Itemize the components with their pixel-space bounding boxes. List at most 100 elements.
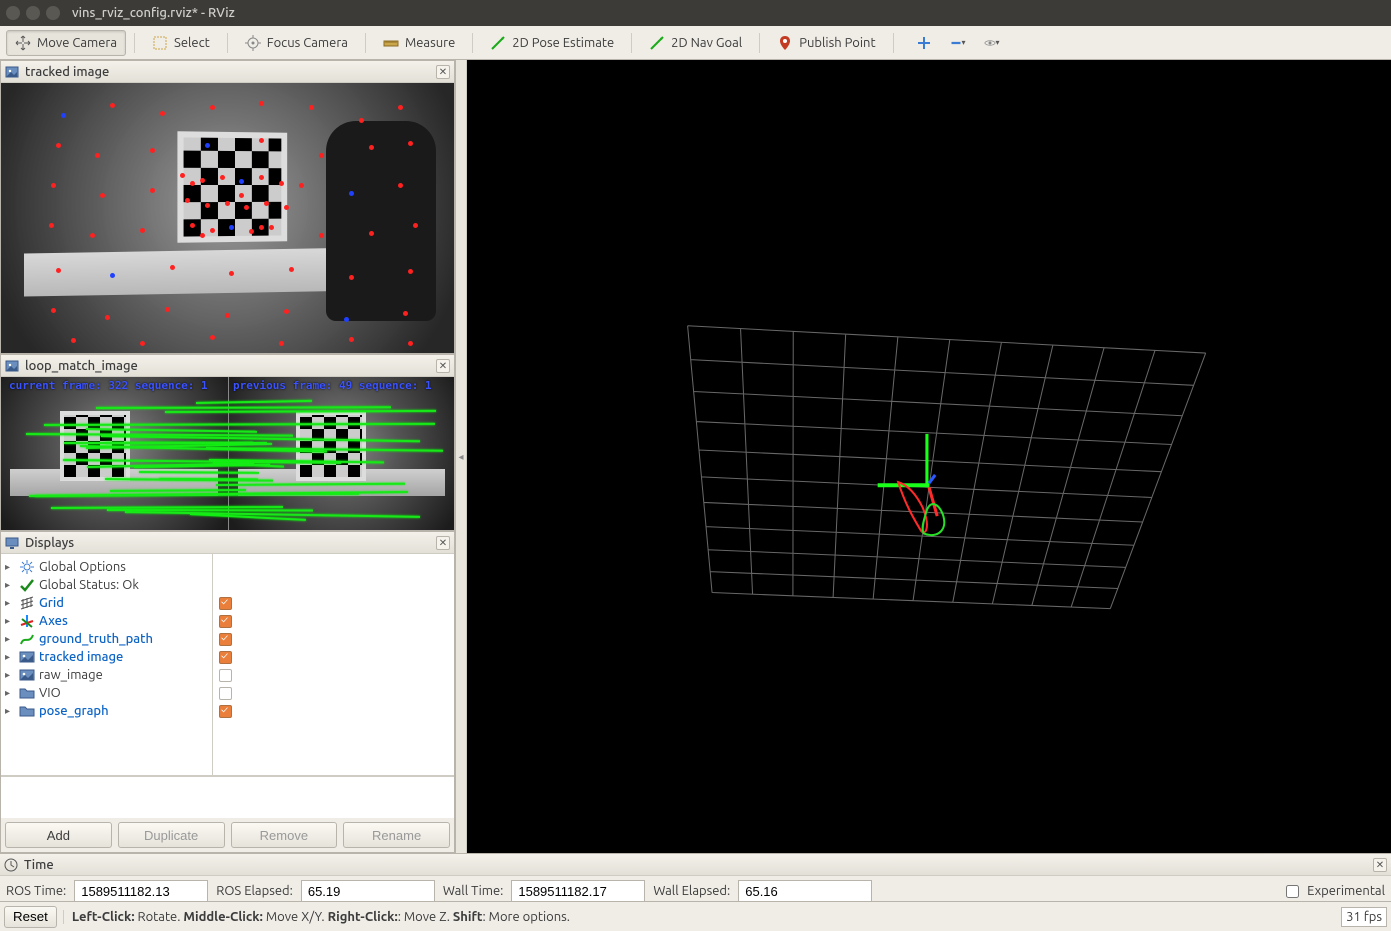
move-camera-icon: [15, 35, 31, 51]
window-maximize-icon[interactable]: [46, 6, 60, 20]
feature-point: [369, 145, 374, 150]
expand-icon[interactable]: ▸: [5, 579, 15, 591]
visibility-checkbox[interactable]: [219, 687, 232, 700]
tree-item-global-options[interactable]: ▸Global Options: [1, 558, 212, 576]
displays-title: Displays: [25, 536, 430, 550]
main-toolbar: Move Camera Select Focus Camera Measure …: [0, 26, 1391, 60]
feature-point: [349, 191, 354, 196]
loop-left-text: current frame: 322 sequence: 1: [9, 379, 208, 392]
ros-time-input[interactable]: [74, 880, 208, 902]
visibility-checkbox[interactable]: [219, 615, 232, 628]
status-hint: Left-Click: Rotate. Middle-Click: Move X…: [63, 910, 1335, 924]
loop-match-title: loop_match_image: [25, 359, 430, 373]
eye-icon[interactable]: ▾: [984, 35, 1000, 51]
wall-time-input[interactable]: [511, 880, 645, 902]
expand-icon[interactable]: ▸: [5, 687, 15, 699]
tree-item-pose-graph[interactable]: ▸pose_graph: [1, 702, 212, 720]
nav-goal-button[interactable]: 2D Nav Goal: [640, 30, 751, 56]
feature-point: [210, 335, 215, 340]
tree-item-raw-image[interactable]: ▸ raw_image: [1, 666, 212, 684]
expand-icon[interactable]: ▸: [5, 651, 15, 663]
feature-point: [170, 265, 175, 270]
remove-button[interactable]: Remove: [231, 822, 338, 848]
tracked-image-view[interactable]: [1, 83, 454, 353]
experimental-checkbox[interactable]: [1286, 885, 1299, 898]
window-minimize-icon[interactable]: [26, 6, 40, 20]
visibility-checkbox[interactable]: [219, 597, 232, 610]
pose-estimate-label: 2D Pose Estimate: [512, 36, 614, 50]
tree-item-vio[interactable]: ▸VIO: [1, 684, 212, 702]
displays-tree[interactable]: ▸Global Options▸Global Status: Ok▸Grid▸A…: [1, 554, 213, 775]
tree-item-label: Axes: [39, 614, 68, 628]
rename-button[interactable]: Rename: [343, 822, 450, 848]
expand-icon[interactable]: ▸: [5, 633, 15, 645]
tree-item-ground-truth-path[interactable]: ▸ ground_truth_path: [1, 630, 212, 648]
feature-point: [56, 268, 61, 273]
feature-point: [299, 183, 304, 188]
tree-item-tracked-image[interactable]: ▸tracked image: [1, 648, 212, 666]
displays-panel: Displays ✕ ▸Global Options▸Global Status…: [0, 531, 455, 853]
feature-point: [180, 173, 185, 178]
feature-point: [51, 308, 56, 313]
plus-icon[interactable]: [916, 35, 932, 51]
expand-icon[interactable]: ▸: [5, 561, 15, 573]
close-icon[interactable]: ✕: [436, 536, 450, 550]
grid-icon: [19, 595, 35, 611]
vertical-splitter[interactable]: ◂: [456, 60, 467, 853]
ros-time-label: ROS Time:: [6, 884, 66, 898]
feature-point: [51, 183, 56, 188]
visibility-checkbox[interactable]: [219, 669, 232, 682]
loop-match-view[interactable]: current frame: 322 sequence: 1 previous …: [1, 377, 454, 530]
feature-point: [359, 118, 364, 123]
expand-icon[interactable]: ▸: [5, 705, 15, 717]
add-button[interactable]: Add: [5, 822, 112, 848]
visibility-checkbox[interactable]: [219, 651, 232, 664]
feature-point: [71, 338, 76, 343]
tree-item-axes[interactable]: ▸ Axes: [1, 612, 212, 630]
feature-point: [185, 198, 190, 203]
wall-elapsed-input[interactable]: [738, 880, 872, 902]
reset-button[interactable]: Reset: [4, 906, 57, 928]
feature-point: [344, 317, 349, 322]
expand-icon[interactable]: ▸: [5, 615, 15, 627]
tree-item-global-status-ok[interactable]: ▸Global Status: Ok: [1, 576, 212, 594]
visibility-checkbox[interactable]: [219, 705, 232, 718]
feature-point: [150, 148, 155, 153]
move-camera-button[interactable]: Move Camera: [6, 30, 126, 56]
folder-icon: [19, 685, 35, 701]
nav-goal-label: 2D Nav Goal: [671, 36, 742, 50]
minus-icon[interactable]: ▾: [950, 35, 966, 51]
duplicate-button[interactable]: Duplicate: [118, 822, 225, 848]
publish-point-button[interactable]: Publish Point: [768, 30, 884, 56]
tree-item-label: raw_image: [39, 668, 103, 682]
expand-icon[interactable]: ▸: [5, 669, 15, 681]
visibility-checkbox[interactable]: [219, 633, 232, 646]
gear-icon: [19, 559, 35, 575]
3d-viewport[interactable]: [467, 60, 1391, 853]
focus-camera-button[interactable]: Focus Camera: [236, 30, 357, 56]
ros-elapsed-label: ROS Elapsed:: [216, 884, 293, 898]
tree-item-label: ground_truth_path: [39, 632, 153, 646]
feature-point: [220, 175, 225, 180]
ros-elapsed-input[interactable]: [301, 880, 435, 902]
feature-point: [210, 228, 215, 233]
loop-match-panel: loop_match_image ✕ current frame: 322 se…: [0, 354, 455, 531]
close-icon[interactable]: ✕: [436, 65, 450, 79]
time-title: Time: [24, 858, 1367, 872]
close-icon[interactable]: ✕: [1373, 858, 1387, 872]
tree-item-grid[interactable]: ▸Grid: [1, 594, 212, 612]
expand-icon[interactable]: ▸: [5, 597, 15, 609]
window-close-icon[interactable]: [6, 6, 20, 20]
select-button[interactable]: Select: [143, 30, 219, 56]
feature-point: [319, 153, 324, 158]
displays-checkboxes: [213, 554, 454, 775]
experimental-label: Experimental: [1307, 884, 1385, 898]
focus-camera-icon: [245, 35, 261, 51]
wall-time-label: Wall Time:: [443, 884, 504, 898]
pose-estimate-button[interactable]: 2D Pose Estimate: [481, 30, 623, 56]
feature-point: [150, 188, 155, 193]
axes-icon: [19, 613, 35, 629]
tracked-image-panel: tracked image ✕: [0, 60, 455, 354]
close-icon[interactable]: ✕: [436, 359, 450, 373]
measure-button[interactable]: Measure: [374, 30, 464, 56]
